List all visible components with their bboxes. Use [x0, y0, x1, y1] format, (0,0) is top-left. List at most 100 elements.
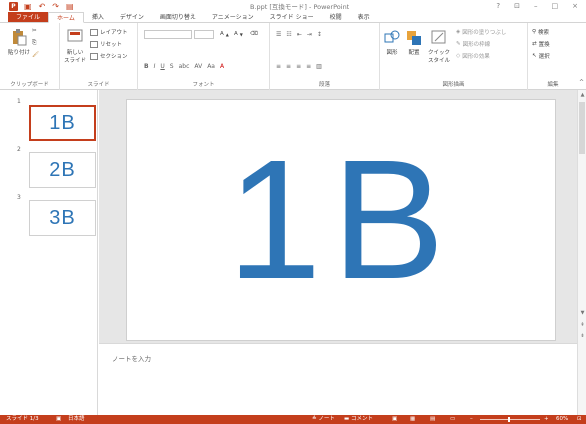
find-button[interactable]: ⚲ 検索 [532, 28, 549, 36]
list-row: ☰ ☷ ⇤ ⇥ ↕ [276, 31, 322, 38]
help-icon[interactable]: ? [496, 0, 500, 12]
tab-insert[interactable]: 挿入 [84, 12, 112, 22]
columns-icon[interactable]: ▥ [316, 63, 322, 70]
decrease-indent-icon[interactable]: ⇤ [297, 31, 302, 38]
strikethrough-button[interactable]: abc [179, 63, 190, 70]
grow-font-button[interactable]: A ▲ [220, 31, 229, 37]
editing-label: 編集 [547, 82, 559, 88]
clipboard-label: クリップボード [10, 82, 49, 88]
cut-button[interactable]: ✂ [32, 28, 37, 34]
maximize-icon[interactable]: □ [552, 0, 559, 12]
font-size-combo[interactable] [194, 30, 214, 39]
numbering-icon[interactable]: ☷ [286, 31, 291, 38]
format-painter-button[interactable]: 🖌 [32, 52, 39, 58]
powerpoint-icon[interactable]: P [9, 1, 18, 11]
redo-icon[interactable]: ↷ [52, 2, 59, 11]
align-left-icon[interactable]: ≡ [276, 63, 281, 70]
fit-slide-icon[interactable]: ⊡ [577, 415, 582, 424]
align-right-icon[interactable]: ≡ [296, 63, 301, 70]
font-color-button[interactable]: A [220, 63, 224, 70]
section-button[interactable]: セクション [90, 52, 128, 60]
vertical-scrollbar[interactable]: ▲ ▼ ⇞ ⇟ [577, 90, 586, 415]
copy-icon: ⎘ [32, 40, 37, 46]
tab-animations[interactable]: アニメーション [204, 12, 262, 22]
shape-fill-button[interactable]: ◈ 図形の塗りつぶし [456, 28, 506, 36]
slide-thumbnail-pane: 1 1B 2 2B 3 3B [6, 90, 98, 415]
clear-format-icon[interactable]: ⌫ [250, 31, 258, 37]
align-center-icon[interactable]: ≡ [286, 63, 291, 70]
minimize-icon[interactable]: – [534, 0, 538, 12]
notes-pane[interactable]: ノートを入力 [99, 343, 577, 415]
change-case-button[interactable]: Aa [207, 63, 215, 70]
scroll-up-icon[interactable]: ▲ [579, 92, 586, 98]
previous-slide-icon[interactable]: ⇞ [579, 322, 586, 328]
copy-button[interactable]: ⎘ [32, 40, 36, 47]
tab-file[interactable]: ファイル [8, 12, 49, 22]
zoom-level[interactable]: 60% [556, 415, 568, 424]
select-button[interactable]: ↖ 選択 [532, 52, 550, 60]
window-title: B.ppt [互換モード] - PowerPoint [250, 3, 350, 11]
binoculars-icon: ⚲ [532, 29, 537, 35]
scrollbar-thumb[interactable] [579, 102, 585, 154]
spellcheck-icon[interactable]: ▣ [56, 415, 61, 424]
notes-button[interactable]: ≙ ノート [312, 415, 335, 424]
slide-sorter-icon[interactable]: ▦ [410, 415, 415, 424]
start-from-beginning-icon[interactable]: ▤ [66, 2, 74, 11]
save-icon[interactable]: ▣ [24, 2, 32, 11]
zoom-out-icon[interactable]: – [470, 415, 473, 424]
bullets-icon[interactable]: ☰ [276, 31, 281, 38]
shape-effects-button[interactable]: ◇ 図形の効果 [456, 52, 490, 60]
language-status[interactable]: 日本語 [68, 415, 85, 424]
font-name-combo[interactable] [144, 30, 192, 39]
tab-slideshow[interactable]: スライド ショー [262, 12, 322, 22]
shrink-font-button[interactable]: A ▼ [234, 31, 243, 37]
brush-icon: 🖌 [32, 52, 39, 58]
increase-indent-icon[interactable]: ⇥ [307, 31, 312, 38]
justify-icon[interactable]: ≡ [306, 63, 311, 70]
tab-design[interactable]: デザイン [112, 12, 152, 22]
zoom-slider-knob[interactable] [508, 417, 510, 422]
char-spacing-button[interactable]: AV [194, 63, 202, 70]
tab-view[interactable]: 表示 [350, 12, 378, 22]
zoom-slider[interactable] [480, 419, 540, 420]
reading-view-icon[interactable]: ▤ [430, 415, 435, 424]
layout-button[interactable]: レイアウト [90, 28, 128, 36]
group-font: A ▲ A ▼ ⌫ B I U S abc AV Aa A フォント [138, 23, 270, 90]
next-slide-icon[interactable]: ⇟ [579, 333, 586, 339]
slide-title-text[interactable]: 1B [227, 135, 455, 305]
slideshow-view-icon[interactable]: ▭ [450, 415, 455, 424]
scroll-down-icon[interactable]: ▼ [579, 310, 586, 316]
paste-icon [13, 29, 27, 46]
quick-styles-button[interactable]: クイック スタイル [428, 28, 450, 64]
arrange-button[interactable]: 配置 [406, 28, 422, 56]
undo-icon[interactable]: ↶ [39, 2, 46, 11]
normal-view-icon[interactable]: ▣ [392, 415, 397, 424]
line-spacing-icon[interactable]: ↕ [317, 31, 322, 38]
replace-button[interactable]: ⇄ 置換 [532, 40, 550, 48]
comments-button[interactable]: ▬ コメント [344, 415, 373, 424]
tab-review[interactable]: 校閲 [322, 12, 350, 22]
new-slide-button[interactable]: 新しい スライド [64, 28, 86, 64]
current-slide[interactable]: 1B [126, 99, 556, 341]
zoom-in-icon[interactable]: + [544, 415, 549, 424]
shape-outline-button[interactable]: ✎ 図形の枠線 [456, 40, 490, 48]
slide-thumbnail-1[interactable]: 1B [29, 105, 96, 141]
slide-thumbnail-2[interactable]: 2B [29, 152, 96, 188]
collapse-ribbon-icon[interactable]: ^ [579, 79, 584, 86]
slide-thumbnail-3[interactable]: 3B [29, 200, 96, 236]
reset-button[interactable]: リセット [90, 40, 122, 48]
tab-transitions[interactable]: 画面切り替え [152, 12, 204, 22]
underline-button[interactable]: U [160, 63, 164, 70]
paste-button[interactable]: 貼り付け [8, 28, 30, 56]
ribbon-display-icon[interactable]: ⊡ [514, 0, 520, 12]
shapes-button[interactable]: 図形 [384, 28, 400, 56]
close-icon[interactable]: × [572, 0, 578, 12]
bold-button[interactable]: B [144, 63, 149, 70]
italic-button[interactable]: I [154, 63, 156, 70]
slide-number: 2 [17, 146, 21, 153]
tab-home[interactable]: ホーム [48, 12, 84, 23]
title-bar: P ▣ ↶ ↷ ▤ B.ppt [互換モード] - PowerPoint ? ⊡… [0, 0, 586, 12]
shadow-button[interactable]: S [170, 63, 174, 70]
pen-icon: ✎ [456, 41, 461, 47]
window-controls: ? ⊡ – □ × [496, 0, 578, 12]
